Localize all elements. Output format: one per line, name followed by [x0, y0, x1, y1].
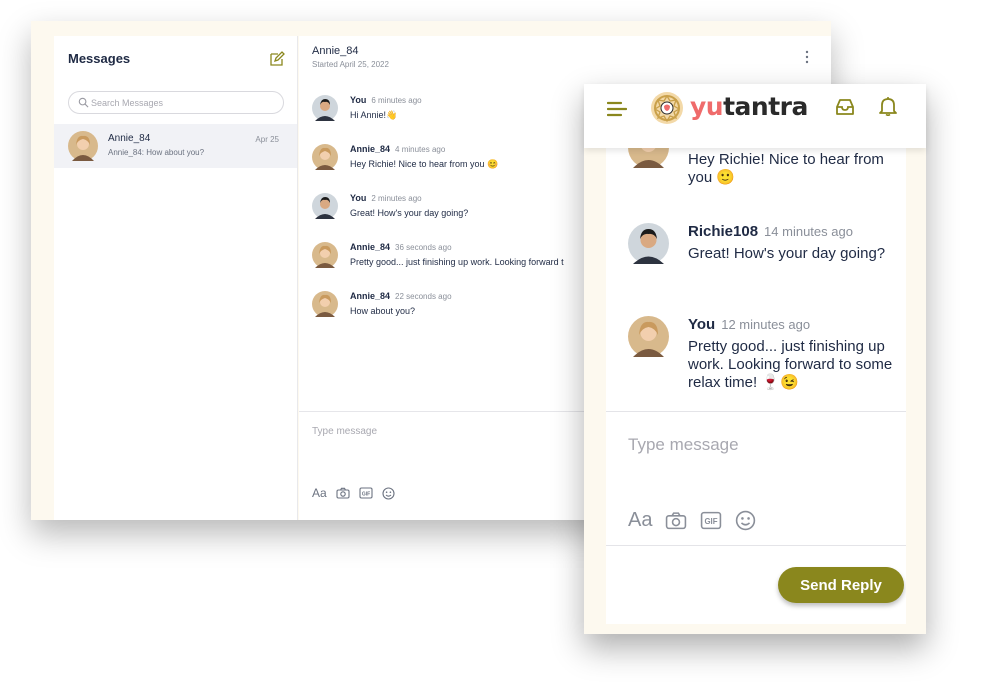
svg-text:GIF: GIF: [362, 491, 370, 497]
message-author: Richie108: [688, 223, 759, 240]
gif-icon[interactable]: GIF: [359, 487, 373, 499]
compose-icon[interactable]: [269, 51, 285, 67]
message-text: How about you?: [350, 306, 416, 316]
emoji-icon[interactable]: [382, 486, 395, 500]
avatar-you: [312, 95, 338, 121]
mobile-conversation: Hey Richie! Nice to hear from you 🙂 Rich…: [606, 84, 906, 624]
conversation-preview: Annie_84: How about you?: [108, 148, 205, 157]
message-time: 6 minutes ago: [371, 96, 422, 105]
sidebar-title: Messages: [68, 51, 131, 66]
avatar-annie: [312, 144, 338, 170]
messages-sidebar: Messages Annie_84 Annie_84: How about yo…: [54, 36, 298, 520]
message-author: Annie_84: [350, 242, 391, 252]
mobile-messages-window: yutantra Hey Richie! Nice to hear from y…: [584, 84, 926, 634]
conversation-name: Annie_84: [108, 133, 151, 144]
composer-divider: [606, 411, 906, 412]
message-author: You: [350, 193, 367, 203]
message-author: You: [350, 95, 367, 105]
avatar-annie: [628, 316, 669, 357]
avatar-you: [312, 193, 338, 219]
camera-icon[interactable]: [336, 487, 350, 499]
search-icon: [78, 97, 89, 108]
avatar-annie: [312, 291, 338, 317]
yutantra-logo-icon: [651, 92, 683, 124]
message-text: Great! How's your day going?: [688, 245, 886, 262]
hamburger-menu-icon[interactable]: [607, 101, 627, 117]
avatar-annie: [312, 242, 338, 268]
message-author: Annie_84: [350, 144, 391, 154]
yutantra-logo-text: yutantra: [690, 92, 808, 121]
message-input[interactable]: Type message: [628, 435, 739, 455]
message-author: You: [688, 316, 716, 333]
message-time: 22 seconds ago: [395, 292, 452, 301]
bell-icon[interactable]: [879, 96, 897, 116]
message-text: Pretty good... just finishing up work. L…: [688, 338, 893, 391]
message-time: 2 minutes ago: [371, 194, 422, 203]
text-format-button[interactable]: Aa: [312, 486, 327, 500]
send-reply-button[interactable]: Send Reply: [778, 567, 904, 603]
svg-text:GIF: GIF: [705, 517, 718, 526]
conversation-date: Apr 25: [255, 135, 279, 144]
mobile-header: yutantra: [584, 84, 926, 148]
conversation-item-annie[interactable]: Annie_84 Annie_84: How about you? Apr 25: [54, 124, 297, 168]
logo-text-main: yu: [690, 92, 724, 121]
more-options-icon[interactable]: [805, 50, 809, 64]
message-text: Great! How's your day going?: [350, 208, 469, 218]
composer-toolbar: Aa GIF: [312, 485, 395, 501]
search-input[interactable]: [91, 94, 276, 111]
text-format-button[interactable]: Aa: [628, 509, 652, 532]
message-item: Richie108 14 minutes ago Great! How's you…: [628, 223, 898, 293]
message-text: Hey Richie! Nice to hear from you 🙂: [688, 151, 884, 186]
search-box[interactable]: [68, 91, 284, 114]
message-input[interactable]: Type message: [312, 426, 377, 437]
composer-toolbar: Aa GIF: [628, 508, 756, 532]
message-time: 4 minutes ago: [395, 145, 446, 154]
conversation-started: Started April 25, 2022: [312, 60, 389, 69]
message-item: You 12 minutes ago Pretty good... just fi…: [628, 316, 898, 396]
gif-icon[interactable]: GIF: [700, 511, 722, 530]
message-time: 14 minutes ago: [764, 224, 853, 239]
avatar-annie: [68, 131, 98, 161]
camera-icon[interactable]: [665, 511, 687, 530]
message-text: Pretty good... just finishing up work. L…: [350, 257, 564, 267]
emoji-icon[interactable]: [735, 510, 756, 531]
inbox-icon[interactable]: [835, 98, 855, 116]
avatar-richie: [628, 223, 669, 264]
message-time: 12 minutes ago: [721, 317, 811, 332]
composer-bottom-divider: [606, 545, 906, 546]
message-author: Annie_84: [350, 291, 391, 301]
message-text: Hey Richie! Nice to hear from you 😊: [350, 159, 499, 169]
conversation-title: Annie_84: [312, 45, 359, 57]
message-text: Hi Annie!👋: [350, 110, 398, 120]
logo-text-tail: tantra: [723, 92, 808, 121]
message-time: 36 seconds ago: [395, 243, 452, 252]
